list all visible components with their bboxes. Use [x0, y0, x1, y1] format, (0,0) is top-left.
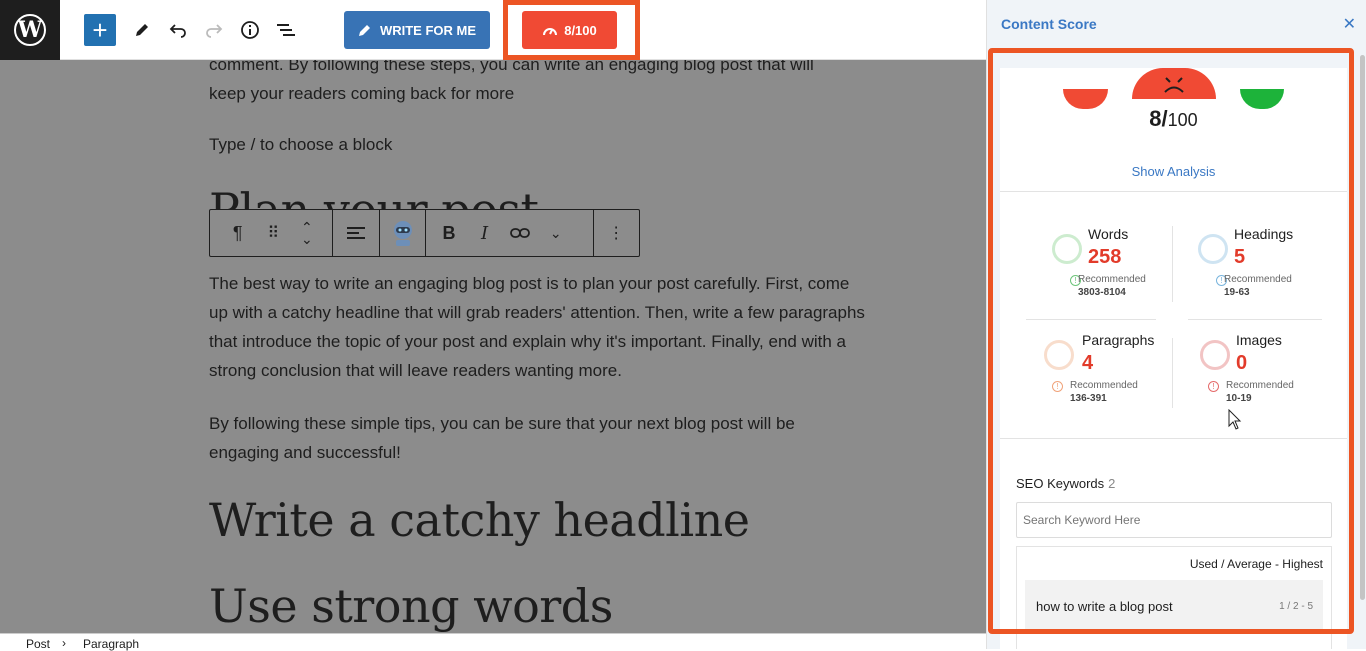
- keyword-row[interactable]: how to write a blog post 1 / 2 - 5: [1025, 580, 1323, 632]
- info-icon: [241, 21, 259, 39]
- editor-topbar: W + WRITE FOR ME 8/100: [0, 0, 986, 60]
- details-button[interactable]: [234, 14, 266, 46]
- headings-ring: [1198, 234, 1228, 264]
- keyword-text: how to write a blog post: [1036, 599, 1173, 614]
- intro-paragraph[interactable]: comment. By following these steps, you c…: [209, 60, 869, 108]
- intro-line: keep your readers coming back for more: [209, 84, 515, 103]
- gauge-current-segment: [1132, 68, 1216, 99]
- paragraph-icon[interactable]: ¶: [210, 210, 265, 256]
- undo-button[interactable]: [162, 14, 194, 46]
- drag-handle-icon[interactable]: ⠿: [265, 210, 281, 256]
- keyword-stat: 1 / 2 - 5: [1279, 601, 1313, 612]
- align-icon[interactable]: [333, 210, 378, 256]
- seo-keywords-count: 2: [1108, 476, 1116, 491]
- metric-headings: Headings 5 ! Recommended 19-63: [1198, 226, 1347, 306]
- mouse-cursor-icon: [1228, 409, 1242, 430]
- content-score-panel: 8/100 Show Analysis Words 258 ! Recommen…: [1000, 68, 1347, 649]
- sad-face-icon: [1164, 77, 1184, 93]
- heading-block[interactable]: Write a catchy headline: [209, 492, 869, 548]
- images-ring: [1200, 340, 1230, 370]
- heading-plan-your-post[interactable]: Plan your post: [209, 182, 869, 212]
- info-icon[interactable]: !: [1208, 381, 1219, 392]
- list-view-button[interactable]: [270, 14, 302, 46]
- sidebar-title: Content Score: [1001, 16, 1097, 32]
- metric-images: Images 0 ! Recommended 10-19: [1200, 332, 1347, 412]
- block-placeholder[interactable]: Type / to choose a block: [209, 135, 869, 155]
- undo-icon: [169, 24, 186, 38]
- keyword-search-input[interactable]: [1016, 502, 1332, 538]
- ai-robot-icon[interactable]: [380, 210, 425, 256]
- more-options-icon[interactable]: ⋮: [594, 210, 639, 256]
- tools-button[interactable]: [126, 14, 158, 46]
- keywords-table: Used / Average - Highest how to write a …: [1016, 546, 1332, 649]
- seo-keywords-title: SEO Keywords 2: [1016, 476, 1116, 491]
- block-toolbar: ¶ ⠿ ⌃ ⌄ B I ⌄ ⋮: [209, 209, 640, 257]
- heading-block[interactable]: Use strong words: [209, 578, 869, 633]
- add-block-button[interactable]: +: [84, 14, 116, 46]
- move-arrows-icon[interactable]: ⌃ ⌄: [281, 210, 332, 256]
- intro-line: comment. By following these steps, you c…: [209, 60, 814, 74]
- italic-icon[interactable]: I: [472, 210, 498, 256]
- bold-icon[interactable]: B: [426, 210, 471, 256]
- write-for-me-label: WRITE FOR ME: [379, 22, 477, 38]
- list-view-icon: [277, 24, 295, 36]
- redo-button[interactable]: [198, 14, 230, 46]
- breadcrumb-separator: ›: [62, 636, 66, 650]
- wordpress-icon: W: [14, 14, 46, 46]
- score-highlight-frame: [503, 0, 640, 60]
- link-icon[interactable]: [497, 210, 542, 256]
- info-icon[interactable]: !: [1052, 381, 1063, 392]
- show-analysis-link[interactable]: Show Analysis: [1000, 164, 1347, 179]
- metric-words: Words 258 ! Recommended 3803-8104: [1052, 226, 1202, 306]
- keywords-table-header: Used / Average - Highest: [1189, 557, 1323, 571]
- words-ring: [1052, 234, 1082, 264]
- plus-icon: +: [92, 14, 108, 45]
- write-for-me-button[interactable]: WRITE FOR ME: [344, 11, 490, 49]
- chevron-down-icon[interactable]: ⌄: [543, 210, 569, 256]
- sidebar-scrollbar[interactable]: [1360, 55, 1365, 600]
- paragraphs-ring: [1044, 340, 1074, 370]
- editor-canvas[interactable]: comment. By following these steps, you c…: [0, 60, 986, 633]
- content-score-value: 8/100: [1149, 106, 1198, 131]
- close-icon[interactable]: ✕: [1343, 14, 1356, 34]
- paragraph-block[interactable]: The best way to write an engaging blog p…: [209, 269, 869, 385]
- redo-icon: [206, 24, 223, 38]
- paragraph-block[interactable]: By following these simple tips, you can …: [209, 409, 869, 467]
- pencil-icon: [136, 24, 148, 36]
- wordpress-logo[interactable]: W: [0, 0, 60, 60]
- pencil-icon: [358, 25, 370, 36]
- breadcrumb: Post › Paragraph: [0, 633, 986, 651]
